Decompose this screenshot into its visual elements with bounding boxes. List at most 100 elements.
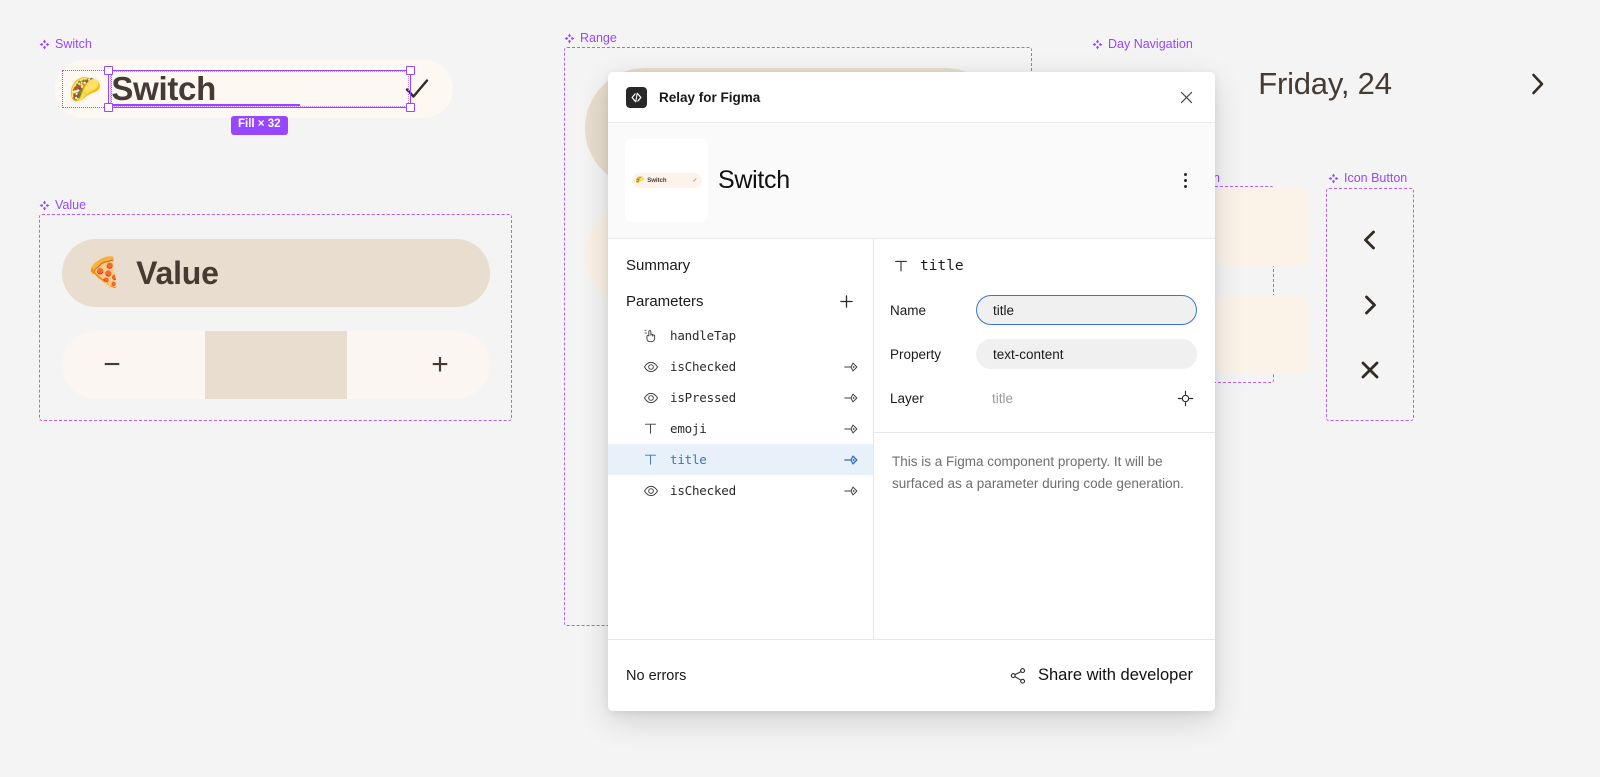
parameter-description: This is a Figma component property. It w… [892, 454, 1184, 492]
tap-gesture-icon [642, 327, 659, 344]
parameter-name: emoji [670, 421, 707, 436]
thumbnail-switch-preview: 🌮 Switch ✓ [631, 173, 702, 188]
field-row-name: Name title [874, 288, 1215, 332]
frame-label-range[interactable]: Range [564, 32, 617, 45]
figma-canvas: Switch 🌮 Switch Fill × 32 Value 🍕 Value … [0, 0, 1600, 777]
taco-emoji: 🌮 [635, 177, 645, 184]
text-type-icon [642, 420, 659, 437]
component-diamond-icon [1328, 173, 1339, 184]
detail-header: title [874, 239, 1215, 288]
parameter-row-title[interactable]: title [608, 444, 873, 475]
icon-button-prev[interactable] [1350, 220, 1390, 260]
fill-count-badge: Fill × 32 [231, 116, 288, 135]
plus-icon [839, 294, 853, 308]
switch-title-text: Switch [111, 70, 216, 107]
chevron-left-icon [1364, 230, 1375, 250]
component-name: Switch [718, 166, 790, 194]
parameter-link-icon[interactable] [842, 420, 859, 437]
frame-label-value[interactable]: Value [39, 199, 86, 212]
share-with-developer-button[interactable]: Share with developer [1009, 666, 1193, 685]
selection-handle-br[interactable] [406, 103, 415, 112]
eye-icon [642, 482, 659, 499]
text-type-icon [892, 257, 909, 274]
field-row-layer: Layer title [874, 376, 1215, 420]
switch-component[interactable]: 🌮 Switch [55, 60, 453, 118]
kebab-menu-icon[interactable] [1171, 167, 1199, 195]
share-nodes-icon [1010, 667, 1026, 684]
thumbnail-label: Switch [647, 177, 667, 184]
frame-label-text: Range [580, 31, 617, 45]
relay-dialog: Relay for Figma 🌮 Switch ✓ Switch Summar… [608, 72, 1215, 711]
dialog-component-header: 🌮 Switch ✓ Switch [608, 123, 1215, 239]
frame-label-switch[interactable]: Switch [39, 38, 92, 51]
icon-button-stack [1326, 192, 1414, 418]
button-fragment-bottom [1215, 295, 1310, 373]
component-thumbnail: 🌮 Switch ✓ [625, 139, 708, 222]
taco-emoji: 🌮 [69, 74, 102, 104]
frame-label-icon-button[interactable]: Icon Button [1328, 172, 1407, 185]
name-input[interactable]: title [976, 295, 1197, 325]
error-status: No errors [626, 667, 687, 684]
frame-label-day-navigation[interactable]: Day Navigation [1092, 38, 1193, 51]
parameter-detail-panel: title Name title Property text-content L… [874, 239, 1215, 639]
chevron-right-icon [1365, 295, 1376, 315]
text-type-icon [642, 451, 659, 468]
component-diamond-icon [39, 39, 50, 50]
value-pill[interactable]: 🍕 Value [62, 239, 490, 307]
frame-label-text: Switch [55, 37, 92, 51]
parameter-link-icon[interactable] [842, 451, 859, 468]
component-diamond-icon [39, 200, 50, 211]
parameter-name: isChecked [670, 359, 736, 374]
add-parameter-button[interactable] [835, 290, 857, 312]
parameters-panel: Summary Parameters handleTap isChecked i… [608, 239, 874, 639]
field-label-layer: Layer [890, 390, 924, 406]
close-icon [1180, 91, 1192, 103]
selection-handle-tl[interactable] [104, 66, 113, 75]
parameter-row-isChecked-1[interactable]: isChecked [608, 351, 873, 382]
parameter-link-icon[interactable] [842, 389, 859, 406]
target-crosshair-icon[interactable] [1173, 386, 1197, 410]
check-icon [405, 79, 429, 98]
parameter-name: isPressed [670, 390, 736, 405]
parameter-row-isChecked-2[interactable]: isChecked [608, 475, 873, 506]
layer-value: title [992, 390, 1014, 406]
pizza-emoji: 🍕 [86, 256, 123, 289]
selection-handle-tr[interactable] [406, 66, 415, 75]
chevron-right-icon[interactable] [1524, 71, 1550, 97]
day-navigation-label: Friday, 24 [1258, 66, 1392, 101]
dialog-title: Relay for Figma [659, 89, 761, 105]
frame-label-text: Day Navigation [1108, 37, 1193, 51]
code-brackets-icon [626, 86, 647, 108]
decrement-button[interactable]: − [62, 350, 162, 380]
field-row-property: Property text-content [874, 332, 1215, 376]
frame-label-text: Value [55, 198, 87, 212]
dialog-close-button[interactable] [1173, 84, 1199, 110]
value-label: Value [136, 254, 219, 291]
stepper-value-field[interactable] [205, 331, 347, 399]
parameter-row-isPressed[interactable]: isPressed [608, 382, 873, 413]
component-diamond-icon [1092, 39, 1103, 50]
summary-section-header[interactable]: Summary [608, 249, 873, 282]
component-diamond-icon [564, 33, 575, 44]
property-select[interactable]: text-content [976, 339, 1197, 369]
parameter-link-icon[interactable] [842, 482, 859, 499]
text-baseline-underline [110, 104, 300, 106]
parameter-link-icon[interactable] [842, 358, 859, 375]
increment-button[interactable]: + [390, 350, 490, 380]
dialog-footer: No errors Share with developer [608, 639, 1215, 711]
frame-label-text: Icon Button [1344, 171, 1408, 185]
parameter-name: title [670, 452, 707, 467]
eye-icon [642, 389, 659, 406]
parameter-name: handleTap [670, 328, 736, 343]
field-label-name: Name [890, 302, 927, 318]
parameter-row-handleTap[interactable]: handleTap [608, 320, 873, 351]
parameter-name: isChecked [670, 483, 736, 498]
selection-handle-bl[interactable] [104, 103, 113, 112]
share-label: Share with developer [1037, 666, 1193, 684]
icon-button-next[interactable] [1350, 285, 1390, 325]
check-icon: ✓ [692, 178, 698, 184]
icon-button-close[interactable] [1350, 350, 1390, 390]
detail-parameter-name: title [920, 257, 964, 274]
close-x-icon [1361, 361, 1379, 379]
parameter-row-emoji[interactable]: emoji [608, 413, 873, 444]
